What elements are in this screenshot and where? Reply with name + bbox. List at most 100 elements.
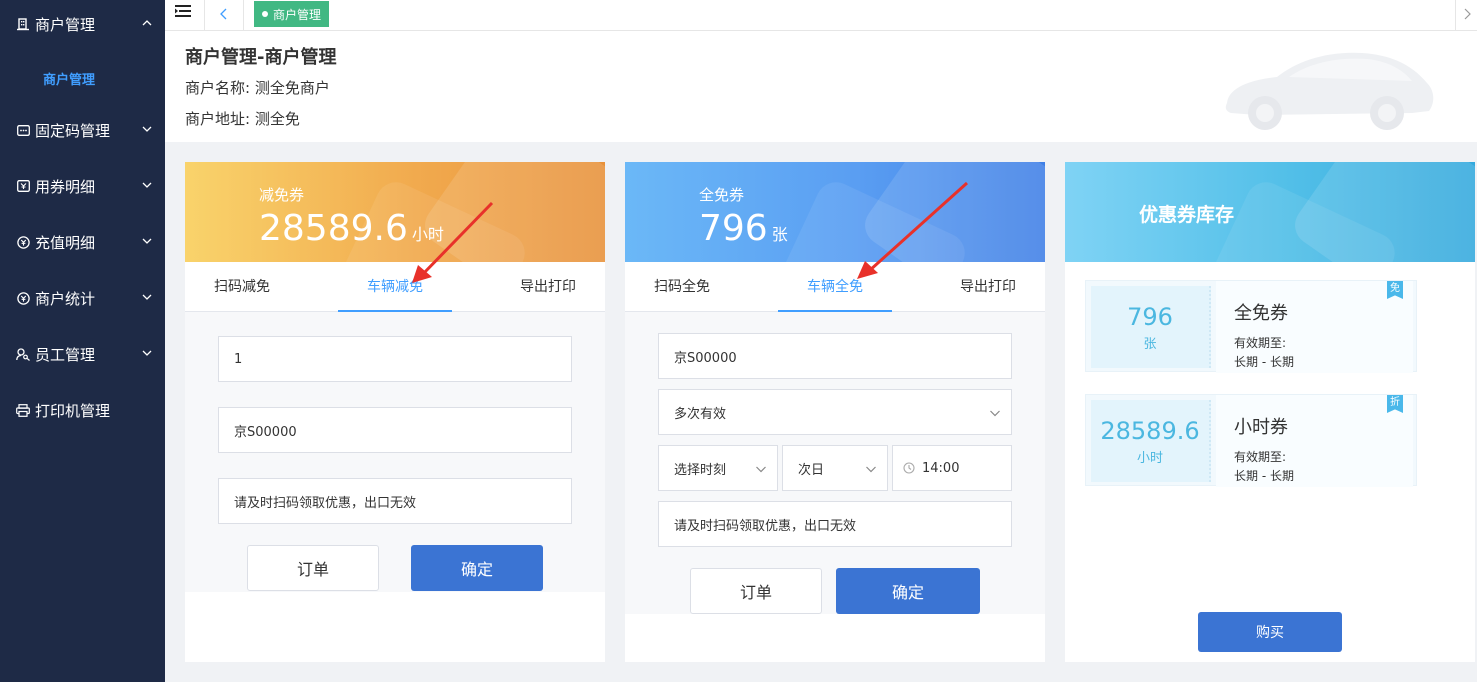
reduce-coupon-header: 减免券 28589.6 小时 xyxy=(185,162,605,262)
chevron-down-icon xyxy=(141,235,153,247)
coupon-type-label: 全免券 xyxy=(699,186,745,204)
reduce-amount-input[interactable]: 1 xyxy=(218,336,572,382)
note-input[interactable]: 请及时扫码领取优惠，出口无效 xyxy=(218,478,572,524)
validity-select-value: 多次有效 xyxy=(674,406,727,422)
coin-icon xyxy=(16,235,30,249)
tab-export-print[interactable]: 导出打印 xyxy=(951,262,1025,312)
chevron-down-icon xyxy=(989,407,1001,419)
day-select-value: 次日 xyxy=(798,462,825,478)
free-form: 京S00000 多次有效 选择时刻 次日 14:00 请及时扫码领取优惠，出口无… xyxy=(625,312,1045,614)
sidebar-item-merchant[interactable]: 商户管理 xyxy=(0,9,165,39)
coupon-balance-value: 28589.6 xyxy=(259,208,408,249)
free-coupon-card: 全免券 796 张 扫码全免 车辆全免 导出打印 京S00000 多次有效 选择时… xyxy=(625,162,1045,662)
tab-bar: 商户管理 xyxy=(165,0,1477,31)
reduce-coupon-card: 减免券 28589.6 小时 扫码减免 车辆减免 导出打印 1 京S00000 请… xyxy=(185,162,605,662)
sidebar-item-label: 用券明细 xyxy=(35,177,96,196)
chevron-down-icon xyxy=(755,463,767,475)
tab-merchant-management[interactable]: 商户管理 xyxy=(254,1,330,27)
page-title: 商户管理-商户管理 xyxy=(185,47,337,68)
active-dot-icon xyxy=(262,11,268,17)
coupon-balance-value: 796 xyxy=(699,208,768,249)
tab-export-print[interactable]: 导出打印 xyxy=(511,262,585,312)
chevron-down-icon xyxy=(141,123,153,135)
inventory-unit: 小时 xyxy=(1136,450,1163,466)
merchant-address-row: 商户地址: 测全免 xyxy=(185,108,300,129)
merchant-name-value: 测全免商户 xyxy=(254,79,330,97)
sidebar-item-label: 商户管理 xyxy=(35,15,96,34)
sidebar-item-staff[interactable]: 员工管理 xyxy=(0,339,165,369)
tab-scan-reduce[interactable]: 扫码减免 xyxy=(205,262,279,312)
plate-number-input[interactable]: 京S00000 xyxy=(218,407,572,453)
sidebar-item-label: 固定码管理 xyxy=(35,121,111,140)
coupon-type-label: 减免券 xyxy=(259,186,305,204)
tabs-scroll-left-button[interactable] xyxy=(204,0,244,31)
plate-number-input[interactable]: 京S00000 xyxy=(658,333,1012,379)
inventory-valid-range: 长期 - 长期 xyxy=(1234,355,1294,369)
sidebar-item-recharge-detail[interactable]: 充值明细 xyxy=(0,227,165,257)
inventory-unit: 张 xyxy=(1143,336,1157,352)
tabs-scroll-right-button[interactable] xyxy=(1455,0,1477,31)
sidebar-item-merchant-stats[interactable]: 商户统计 xyxy=(0,283,165,313)
sidebar-item-fixed-code[interactable]: 固定码管理 xyxy=(0,115,165,145)
tab-scan-free[interactable]: 扫码全免 xyxy=(645,262,719,312)
sidebar: 商户管理 商户管理 固定码管理 用券明细 充值明细 商户统计 员工管理 打印机管… xyxy=(0,0,165,682)
chevron-down-icon xyxy=(141,347,153,359)
sidebar-item-coupon-detail[interactable]: 用券明细 xyxy=(0,171,165,201)
free-coupon-header: 全免券 796 张 xyxy=(625,162,1045,262)
buy-button[interactable]: 购买 xyxy=(1198,612,1342,652)
inventory-item-free: 796 张 全免券 有效期至: 长期 - 长期 免 xyxy=(1085,280,1417,373)
inventory-valid-range: 长期 - 长期 xyxy=(1234,469,1294,483)
inventory-valid-label: 有效期至: xyxy=(1234,336,1287,350)
clock-icon xyxy=(903,462,915,474)
car-illustration-icon xyxy=(1217,43,1437,137)
coupon-balance: 796 张 xyxy=(699,208,788,249)
tab-vehicle-free[interactable]: 车辆全免 xyxy=(778,262,892,312)
sidebar-item-label: 充值明细 xyxy=(35,233,96,252)
coupon-balance: 28589.6 小时 xyxy=(259,208,444,249)
reduce-form: 1 京S00000 请及时扫码领取优惠，出口无效 订单 确定 xyxy=(185,312,605,592)
building-icon xyxy=(16,17,30,31)
time-picker-value: 14:00 xyxy=(922,460,960,476)
time-select[interactable]: 选择时刻 xyxy=(658,445,778,491)
inventory-valid-label: 有效期至: xyxy=(1234,450,1287,464)
coupon-balance-unit: 张 xyxy=(771,225,788,244)
coupon-inventory-card: 优惠券库存 796 张 全免券 有效期至: 长期 - 长期 免 28589.6 … xyxy=(1065,162,1475,662)
order-button[interactable]: 订单 xyxy=(247,545,379,591)
day-select[interactable]: 次日 xyxy=(782,445,888,491)
inventory-title: 优惠券库存 xyxy=(1139,204,1235,226)
inventory-badge: 免 xyxy=(1387,281,1403,299)
sidebar-item-label: 员工管理 xyxy=(35,345,96,364)
tab-vehicle-reduce[interactable]: 车辆减免 xyxy=(338,262,452,312)
chevron-left-icon xyxy=(219,8,229,24)
inventory-count: 796 xyxy=(1127,302,1173,331)
chevron-down-icon xyxy=(141,179,153,191)
time-picker-input[interactable]: 14:00 xyxy=(892,445,1012,491)
merchant-name-row: 商户名称: 测全免商户 xyxy=(185,77,330,98)
confirm-button[interactable]: 确定 xyxy=(836,568,980,614)
confirm-button[interactable]: 确定 xyxy=(411,545,543,591)
tab-label: 商户管理 xyxy=(273,7,322,22)
ticket-icon xyxy=(16,179,30,193)
note-input[interactable]: 请及时扫码领取优惠，出口无效 xyxy=(658,501,1012,547)
merchant-name-label: 商户名称: xyxy=(185,79,251,97)
inventory-count: 28589.6 xyxy=(1100,416,1200,445)
order-button[interactable]: 订单 xyxy=(690,568,822,614)
merchant-address-label: 商户地址: xyxy=(185,110,251,128)
printer-icon xyxy=(16,403,30,417)
inventory-count-box: 28589.6 小时 xyxy=(1091,400,1211,482)
inventory-item-title: 全免券 xyxy=(1234,303,1288,324)
inventory-item-hour: 28589.6 小时 小时券 有效期至: 长期 - 长期 折 xyxy=(1085,394,1417,487)
chevron-down-icon xyxy=(865,463,877,475)
validity-select[interactable]: 多次有效 xyxy=(658,389,1012,435)
keypad-icon xyxy=(16,123,30,137)
reduce-tabs: 扫码减免 车辆减免 导出打印 xyxy=(185,262,605,312)
sidebar-subitem-merchant[interactable]: 商户管理 xyxy=(0,64,165,92)
merchant-address-value: 测全免 xyxy=(254,110,300,128)
coin-icon xyxy=(16,291,30,305)
free-tabs: 扫码全免 车辆全免 导出打印 xyxy=(625,262,1045,312)
inventory-item-title: 小时券 xyxy=(1234,417,1288,438)
sidebar-item-printer[interactable]: 打印机管理 xyxy=(0,395,165,425)
menu-toggle-icon[interactable] xyxy=(175,4,193,22)
coupon-balance-unit: 小时 xyxy=(411,225,444,244)
sidebar-item-label: 打印机管理 xyxy=(35,401,111,420)
